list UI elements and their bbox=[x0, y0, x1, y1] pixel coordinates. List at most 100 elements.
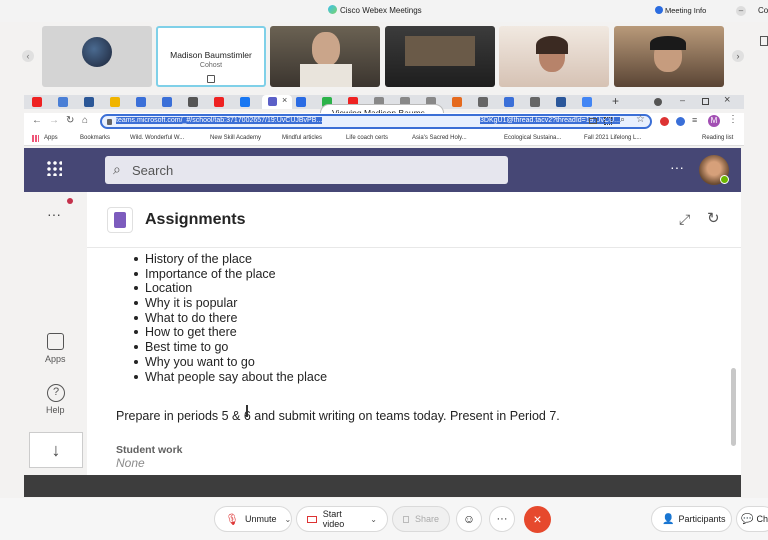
participant-video-4[interactable] bbox=[614, 26, 724, 87]
tab-icon[interactable] bbox=[136, 97, 146, 107]
minimize-icon[interactable]: – bbox=[736, 6, 746, 16]
start-video-button[interactable]: Start video ⌄ bbox=[296, 506, 388, 532]
participant-video-1[interactable] bbox=[270, 26, 380, 87]
grid-view-icon[interactable] bbox=[760, 36, 768, 46]
participant-thumbnail-self[interactable] bbox=[42, 26, 152, 87]
help-icon[interactable]: ? bbox=[47, 384, 65, 402]
forward-icon[interactable]: → bbox=[49, 115, 59, 126]
zoom-icon[interactable]: ⌕ bbox=[620, 114, 625, 125]
participant-role: Cohost bbox=[199, 62, 223, 69]
assignments-app-icon bbox=[107, 207, 133, 233]
rail-apps-label[interactable]: Apps bbox=[45, 354, 66, 364]
share-label: Share bbox=[414, 514, 439, 524]
participants-button[interactable]: 👤 Participants bbox=[651, 506, 732, 532]
reload-icon[interactable]: ↻ bbox=[66, 115, 74, 126]
strip-prev-icon[interactable]: ‹ bbox=[22, 50, 34, 62]
apps-grid-icon[interactable] bbox=[32, 135, 39, 142]
bookmark-item[interactable]: Bookmarks bbox=[80, 135, 110, 141]
list-item: Why you want to go bbox=[133, 355, 327, 370]
star-icon[interactable]: ☆ bbox=[636, 114, 645, 125]
participant-video-2[interactable] bbox=[385, 26, 495, 87]
window-title: Cisco Webex Meetings bbox=[340, 6, 422, 15]
tab-icon[interactable] bbox=[556, 97, 566, 107]
window-minimize-icon[interactable]: – bbox=[680, 95, 685, 105]
app-launcher-icon[interactable] bbox=[46, 160, 62, 176]
extension-icon[interactable] bbox=[660, 117, 669, 126]
apps-icon[interactable] bbox=[47, 333, 64, 350]
tab-icon[interactable] bbox=[530, 97, 540, 107]
leave-meeting-button[interactable]: × bbox=[524, 506, 551, 533]
unmute-button[interactable]: 🎙 Unmute ⌄ bbox=[214, 506, 292, 532]
chat-button[interactable]: 💬 Ch bbox=[736, 506, 768, 532]
url-text-tail: 3DKgU1@thread.tacv2?threadId=19:UvCU... bbox=[480, 117, 620, 124]
refresh-icon[interactable]: ↻ bbox=[707, 209, 720, 227]
more-apps-icon[interactable]: ··· bbox=[47, 206, 61, 222]
url-text: teams.microsoft.com/_#/school/tab:371700… bbox=[116, 117, 323, 124]
meeting-info-button[interactable]: Meeting Info bbox=[665, 6, 706, 15]
url-field[interactable]: teams.microsoft.com/_#/school/tab:371700… bbox=[100, 114, 652, 129]
bookmark-item[interactable]: Wild. Wonderful W... bbox=[130, 135, 184, 141]
record-icon[interactable] bbox=[654, 98, 662, 106]
bookmark-item[interactable]: New Skill Academy bbox=[210, 135, 261, 141]
bookmark-item[interactable]: Asia's Sacred Holy... bbox=[412, 135, 467, 141]
participant-thumbnail-presenter[interactable]: Madison Baumstimler Cohost bbox=[156, 26, 266, 87]
tab-icon[interactable] bbox=[162, 97, 172, 107]
info-icon[interactable] bbox=[655, 6, 663, 14]
tab-icon[interactable] bbox=[214, 97, 224, 107]
download-button[interactable]: ↓ bbox=[29, 432, 83, 468]
chat-icon: 💬 bbox=[741, 513, 754, 525]
bookmark-item[interactable]: Apps bbox=[44, 135, 58, 141]
tab-icon[interactable] bbox=[84, 97, 94, 107]
active-tab[interactable]: × bbox=[262, 95, 292, 109]
participants-label: Participants bbox=[678, 514, 726, 524]
reading-list-icon[interactable]: ≡ bbox=[692, 115, 697, 125]
strip-next-icon[interactable]: › bbox=[732, 50, 744, 62]
reading-list-link[interactable]: Reading list bbox=[702, 135, 733, 141]
webex-logo-icon bbox=[328, 5, 337, 14]
tab-icon[interactable] bbox=[452, 97, 462, 107]
bookmark-item[interactable]: Ecological Sustaina... bbox=[504, 135, 561, 141]
tab-icon[interactable] bbox=[240, 97, 250, 107]
participant-video-3[interactable] bbox=[499, 26, 609, 87]
tab-icon[interactable] bbox=[296, 97, 306, 107]
tab-icon[interactable] bbox=[110, 97, 120, 107]
more-options-icon[interactable]: ··· bbox=[670, 159, 684, 175]
header-divider bbox=[87, 247, 741, 248]
window-close-icon[interactable]: × bbox=[724, 94, 730, 106]
tab-icon[interactable] bbox=[478, 97, 488, 107]
chevron-down-icon[interactable]: ⌄ bbox=[284, 515, 291, 524]
video-shirt bbox=[300, 64, 352, 87]
notification-dot bbox=[67, 198, 73, 204]
reactions-button[interactable]: ☺ bbox=[456, 506, 482, 532]
home-icon[interactable]: ⌂ bbox=[82, 115, 88, 126]
cast-icon[interactable] bbox=[589, 118, 597, 124]
profile-avatar[interactable]: M bbox=[708, 115, 720, 127]
new-tab-icon[interactable]: + bbox=[612, 94, 619, 108]
webex-control-bar: 🎙 Unmute ⌄ Start video ⌄ Share ☺ ··· × 👤… bbox=[0, 498, 768, 540]
tab-icon[interactable] bbox=[188, 97, 198, 107]
share-button[interactable]: Share bbox=[392, 506, 450, 532]
tab-icon[interactable] bbox=[504, 97, 514, 107]
bookmark-item[interactable]: Life coach certs bbox=[346, 135, 388, 141]
tab-icon[interactable] bbox=[58, 97, 68, 107]
tab-icon[interactable] bbox=[582, 97, 592, 107]
extension-icon[interactable] bbox=[676, 117, 685, 126]
video-hair bbox=[536, 36, 568, 54]
bookmark-item[interactable]: Mindful articles bbox=[282, 135, 322, 141]
window-restore-icon[interactable] bbox=[702, 98, 709, 105]
qr-icon[interactable] bbox=[604, 117, 612, 125]
rail-help-label[interactable]: Help bbox=[46, 405, 65, 415]
scrollbar[interactable] bbox=[731, 368, 736, 446]
expand-icon[interactable]: ⤢ bbox=[679, 211, 690, 228]
bookmark-item[interactable]: Fall 2021 Lifelong L... bbox=[584, 135, 641, 141]
youtube-tab-icon[interactable] bbox=[32, 97, 42, 107]
search-input[interactable]: ⌕ Search bbox=[105, 156, 508, 184]
back-icon[interactable]: ← bbox=[32, 115, 42, 126]
close-tab-icon[interactable]: × bbox=[282, 95, 287, 105]
chrome-menu-icon[interactable]: ⋮ bbox=[728, 114, 738, 125]
more-button[interactable]: ··· bbox=[489, 506, 515, 532]
instructions-text: Prepare in periods 5 & 6 and submit writ… bbox=[116, 409, 560, 423]
chevron-down-icon[interactable]: ⌄ bbox=[370, 515, 377, 524]
chat-label: Ch bbox=[756, 514, 768, 524]
search-placeholder: Search bbox=[132, 163, 174, 178]
